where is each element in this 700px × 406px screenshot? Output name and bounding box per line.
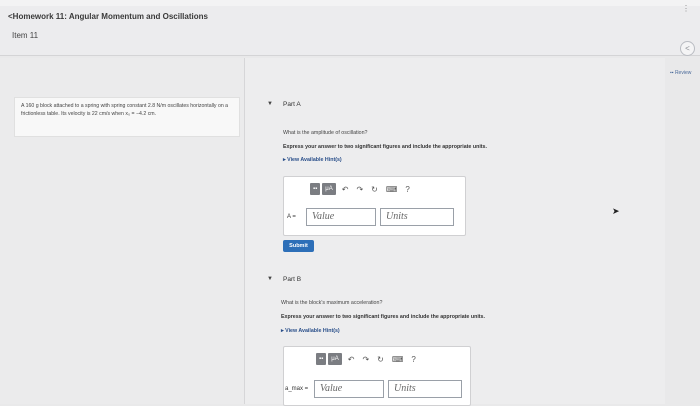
help-icon[interactable]: ? <box>411 355 415 364</box>
mu-units-button[interactable]: μA <box>322 183 336 195</box>
review-link[interactable]: ▪▪ Review <box>670 70 691 76</box>
part-b-hints-label: View Available Hint(s) <box>285 328 340 334</box>
keyboard-icon[interactable]: ⌨ <box>386 185 398 194</box>
help-icon[interactable]: ? <box>405 185 409 194</box>
problem-statement: A 160 g block attached to a spring with … <box>14 97 240 137</box>
part-a-value-input[interactable]: Value <box>306 208 376 226</box>
part-b-value-input[interactable]: Value <box>314 380 384 398</box>
part-b-symbol: a_max = <box>285 386 309 392</box>
undo-icon[interactable]: ↶ <box>348 355 355 364</box>
redo-icon[interactable]: ↷ <box>362 355 369 364</box>
previous-item-button[interactable]: < <box>680 41 695 56</box>
item-title: Item 11 <box>12 31 39 40</box>
template-button[interactable]: ▪▪ <box>310 183 321 195</box>
menu-icon[interactable]: ⋮ <box>682 4 690 13</box>
mu-units-button[interactable]: μA <box>328 353 342 365</box>
part-a-symbol: A = <box>287 214 296 220</box>
undo-icon[interactable]: ↶ <box>342 185 349 194</box>
part-b-toolbar: ▪▪ μA ↶ ↷ ↻ ⌨ ? <box>316 353 420 365</box>
reset-icon[interactable]: ↻ <box>377 355 384 364</box>
chevron-left-icon: < <box>685 44 690 53</box>
header-bar <box>0 0 700 56</box>
caret-down-icon[interactable]: ▼ <box>267 101 273 107</box>
part-b-instruction: Express your answer to two significant f… <box>281 314 485 320</box>
part-b-units-input[interactable]: Units <box>388 380 462 398</box>
part-b-question: What is the block's maximum acceleration… <box>281 300 383 306</box>
redo-icon[interactable]: ↷ <box>356 185 363 194</box>
part-a-instruction: Express your answer to two significant f… <box>283 144 487 150</box>
keyboard-icon[interactable]: ⌨ <box>392 355 404 364</box>
part-a-label[interactable]: Part A <box>283 101 301 108</box>
top-strip <box>0 0 700 6</box>
part-a-toolbar: ▪▪ μA ↶ ↷ ↻ ⌨ ? <box>310 183 414 195</box>
part-b-hints-link[interactable]: ▸ View Available Hint(s) <box>281 328 340 334</box>
breadcrumb-homework[interactable]: <Homework 11: Angular Momentum and Oscil… <box>8 12 208 21</box>
reset-icon[interactable]: ↻ <box>371 185 378 194</box>
part-a-units-input[interactable]: Units <box>380 208 454 226</box>
review-link-label: Review <box>674 70 692 76</box>
mouse-cursor-icon: ➤ <box>612 206 620 216</box>
part-a-hints-link[interactable]: ▸ View Available Hint(s) <box>283 157 342 163</box>
caret-down-icon[interactable]: ▼ <box>267 276 273 282</box>
template-button[interactable]: ▪▪ <box>316 353 327 365</box>
part-a-hints-label: View Available Hint(s) <box>287 157 342 163</box>
part-a-question: What is the amplitude of oscillation? <box>283 130 368 136</box>
submit-button[interactable]: Submit <box>283 240 314 252</box>
part-b-label[interactable]: Part B <box>283 276 301 283</box>
